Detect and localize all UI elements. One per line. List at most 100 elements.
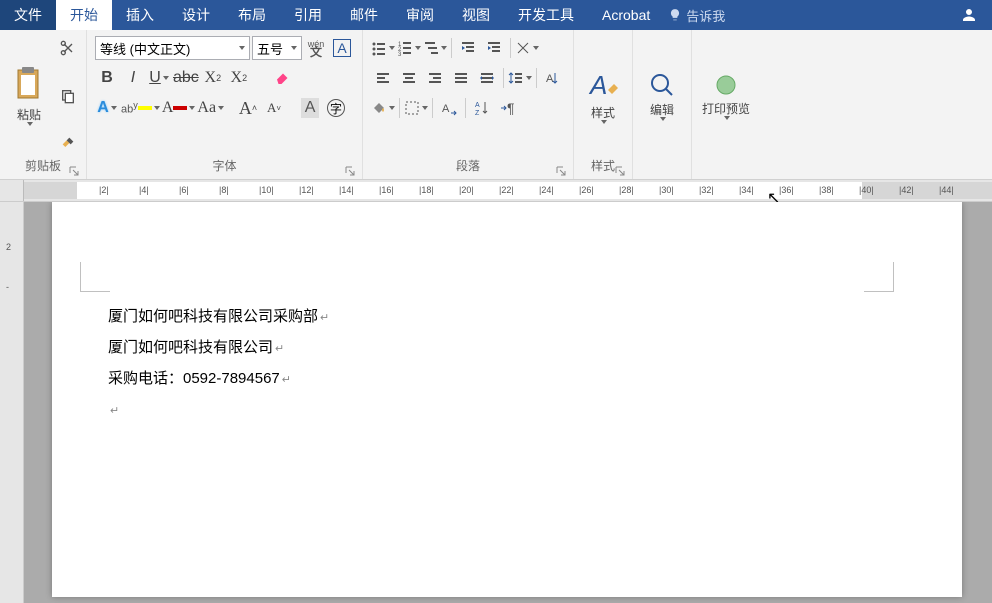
copy-button[interactable] [56,84,80,108]
numbering-button[interactable]: 123 [397,36,421,60]
tab-mailings[interactable]: 邮件 [336,0,392,30]
horizontal-ruler[interactable]: |2||4||6||8||10||12||14||16||18||20||22|… [0,180,992,202]
decrease-indent-button[interactable] [456,36,480,60]
clear-formatting-button[interactable] [271,66,295,90]
borders-button[interactable] [404,96,428,120]
scissors-icon [60,40,76,56]
group-print-preview: 打印预览 [692,30,760,179]
text-direction-button[interactable]: A [541,66,565,90]
line-spacing-button[interactable] [508,66,532,90]
snap-to-grid-button[interactable]: A [437,96,461,120]
dialog-launcher-icon[interactable] [614,165,626,177]
align-right-button[interactable] [423,66,447,90]
copy-icon [60,88,76,104]
editing-button[interactable]: 编辑 [637,34,687,157]
styles-label: 样式 [591,106,615,120]
multilevel-list-button[interactable] [423,36,447,60]
paragraph-mark: ↵ [320,312,329,324]
distributed-icon [479,70,495,86]
paragraph-mark: ↵ [110,405,119,417]
asian-layout-button[interactable] [515,36,539,60]
margin-corner-left [80,262,110,292]
bold-button[interactable]: B [95,66,119,90]
italic-button[interactable]: I [121,66,145,90]
group-clipboard: 粘贴 剪贴板 [0,30,87,179]
doc-line-2: 厦门如何吧科技有限公司 [108,339,273,356]
print-preview-button[interactable]: 打印预览 [696,34,756,157]
shading-button[interactable] [371,96,395,120]
font-color-button[interactable]: A [162,96,196,120]
circle-icon [713,72,739,98]
snap-grid-icon: A [440,100,458,116]
svg-text:¶: ¶ [507,100,515,116]
grow-font-button[interactable]: A˄ [236,96,260,120]
dialog-launcher-icon[interactable] [344,165,356,177]
sort-icon: AZ [474,100,490,116]
font-name-combo[interactable]: 等线 (中文正文) [95,36,250,60]
eraser-icon [274,69,292,87]
svg-text:Z: Z [475,110,480,116]
svg-text:A: A [475,102,480,109]
character-shading-button[interactable]: A [298,96,322,120]
text-effects-button[interactable]: A [95,96,119,120]
vertical-ruler[interactable]: 2 - [0,202,24,603]
text-direction-icon: A [544,70,562,86]
bullets-button[interactable] [371,36,395,60]
font-group-label: 字体 [212,159,236,173]
indent-icon [486,40,502,56]
tab-developer[interactable]: 开发工具 [504,0,588,30]
lightbulb-icon [668,8,682,22]
align-center-button[interactable] [397,66,421,90]
distributed-button[interactable] [475,66,499,90]
strikethrough-button[interactable]: abc [173,66,199,90]
cut-button[interactable] [56,36,80,60]
paragraph-mark: ↵ [282,374,291,386]
sort-button[interactable]: AZ [470,96,494,120]
shrink-font-button[interactable]: A˅ [262,96,286,120]
tab-design[interactable]: 设计 [168,0,224,30]
format-painter-button[interactable] [56,131,80,155]
tab-references[interactable]: 引用 [280,0,336,30]
find-icon [648,71,676,99]
tab-home[interactable]: 开始 [56,0,112,30]
clipboard-icon [14,66,44,104]
paragraph-group-label: 段落 [456,159,480,173]
editing-label: 编辑 [650,103,674,117]
share-icon[interactable] [946,0,992,30]
show-hide-button[interactable]: ¶ [496,96,520,120]
page-viewport[interactable]: 厦门如何吧科技有限公司采购部↵ 厦门如何吧科技有限公司↵ 采购电话：0592-7… [24,202,992,603]
tab-file[interactable]: 文件 [0,0,56,30]
tell-me[interactable]: 告诉我 [668,0,725,30]
ribbon-tabs: 文件 开始 插入 设计 布局 引用 邮件 审阅 视图 开发工具 Acrobat … [0,0,992,30]
styles-icon: A [586,68,620,102]
subscript-button[interactable]: X2 [201,66,225,90]
tab-view[interactable]: 视图 [448,0,504,30]
character-border-button[interactable]: A [330,36,354,60]
dialog-launcher-icon[interactable] [555,165,567,177]
dialog-launcher-icon[interactable] [68,165,80,177]
align-left-button[interactable] [371,66,395,90]
tab-review[interactable]: 审阅 [392,0,448,30]
document-body[interactable]: 厦门如何吧科技有限公司采购部↵ 厦门如何吧科技有限公司↵ 采购电话：0592-7… [108,302,329,426]
bullets-icon [371,40,387,56]
tab-acrobat[interactable]: Acrobat [588,0,664,30]
document-area: 2 - 厦门如何吧科技有限公司采购部↵ 厦门如何吧科技有限公司↵ 采购电话：05… [0,202,992,603]
font-size-combo[interactable]: 五号 [252,36,302,60]
paste-button[interactable]: 粘贴 [4,34,54,157]
enclose-characters-button[interactable]: 字 [324,96,348,120]
change-case-button[interactable]: Aa [197,96,224,120]
phonetic-guide-button[interactable]: wén文 [304,36,328,60]
tab-layout[interactable]: 布局 [224,0,280,30]
brush-icon [60,135,76,151]
page: 厦门如何吧科技有限公司采购部↵ 厦门如何吧科技有限公司↵ 采购电话：0592-7… [52,202,962,597]
align-center-icon [401,70,417,86]
align-right-icon [427,70,443,86]
underline-button[interactable]: U [147,66,171,90]
highlight-button[interactable]: aby [121,96,160,120]
increase-indent-button[interactable] [482,36,506,60]
superscript-button[interactable]: X2 [227,66,251,90]
tab-insert[interactable]: 插入 [112,0,168,30]
bucket-icon [371,100,387,116]
styles-button[interactable]: A 样式 [578,34,628,157]
justify-button[interactable] [449,66,473,90]
